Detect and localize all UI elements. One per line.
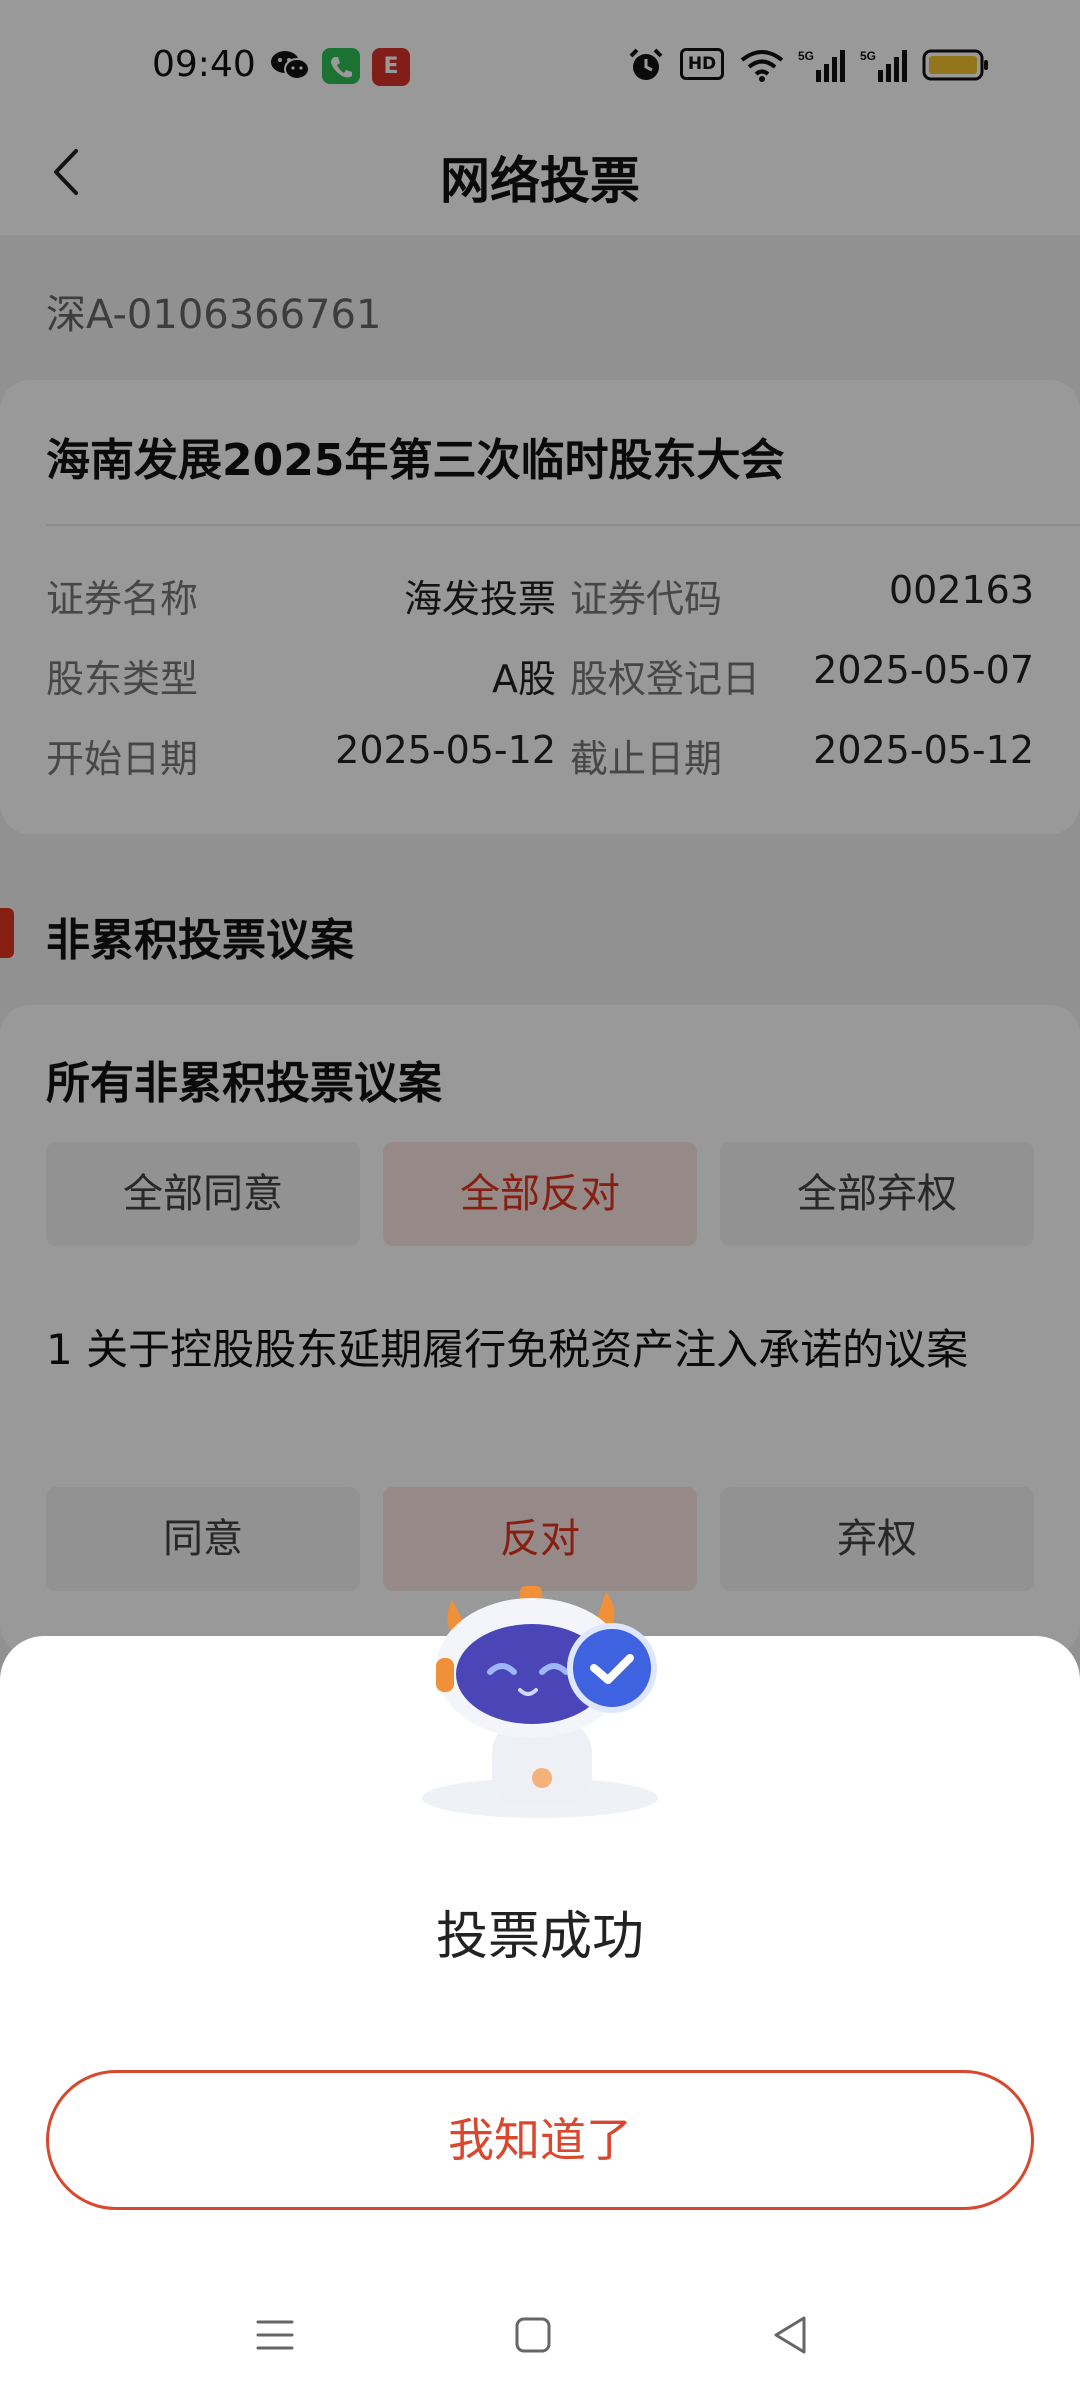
success-message: 投票成功 — [435, 1907, 644, 1967]
home-icon[interactable] — [508, 2310, 558, 2360]
acknowledge-button[interactable]: 我知道了 — [46, 2070, 1034, 2210]
system-nav-bar — [0, 2280, 1080, 2400]
robot-mascot-check-icon — [422, 1586, 658, 1818]
menu-icon[interactable] — [250, 2310, 300, 2360]
back-triangle-icon[interactable] — [766, 2310, 816, 2360]
